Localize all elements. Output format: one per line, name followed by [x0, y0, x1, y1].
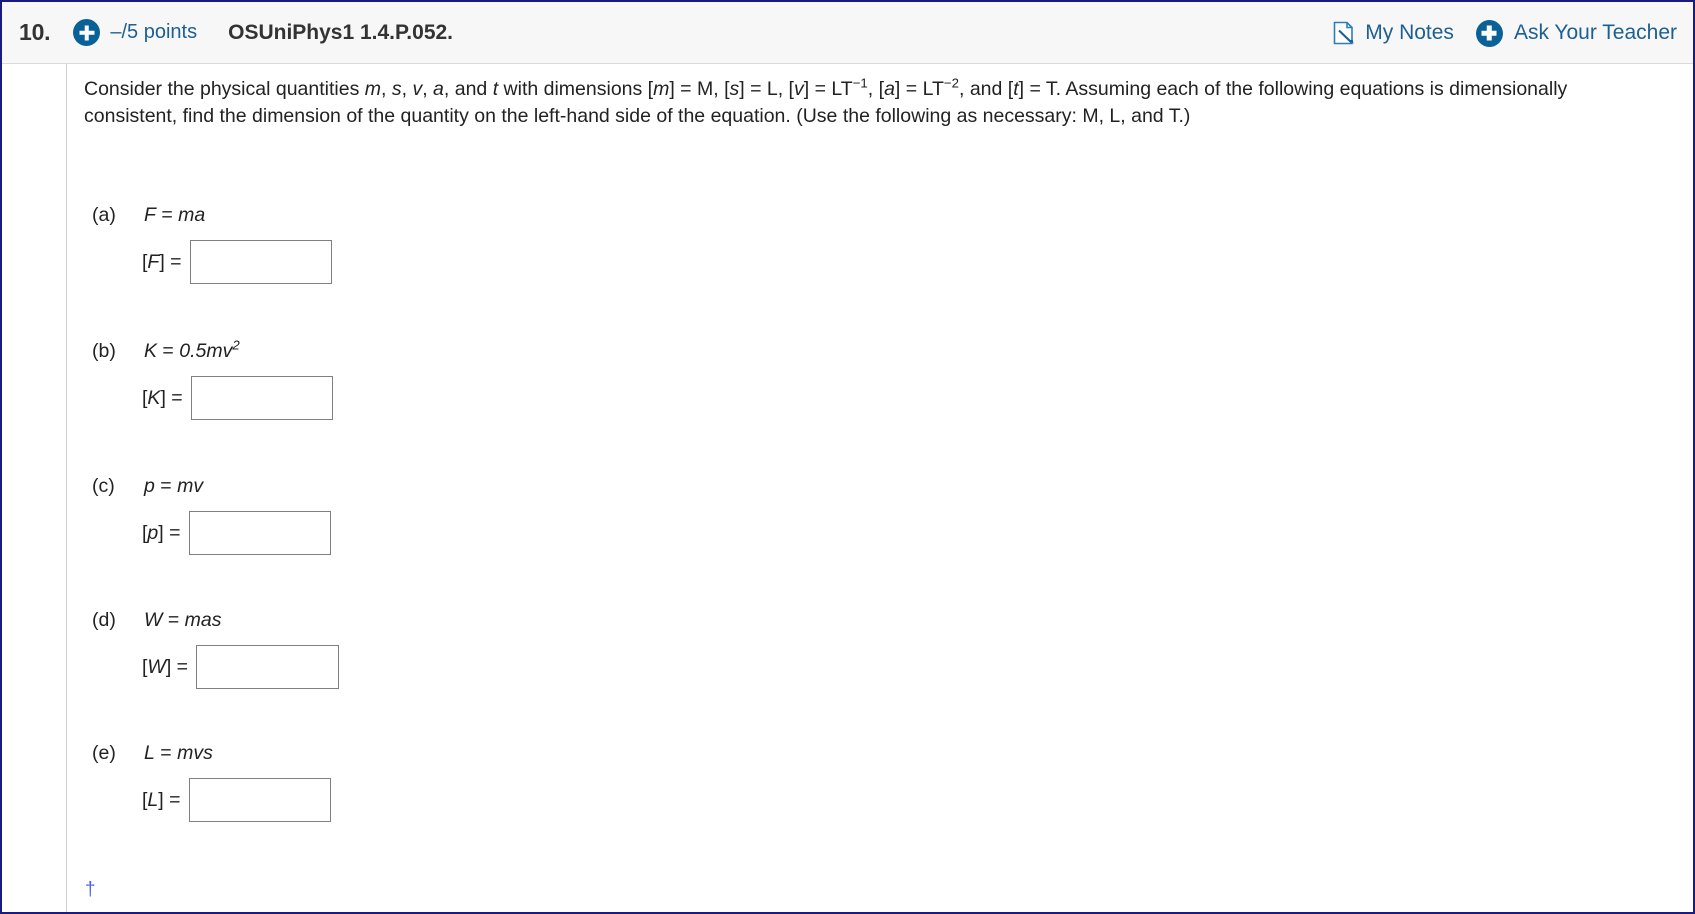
points-label: –/5 points [110, 21, 198, 43]
question-content: Consider the physical quantities m, s, v… [84, 64, 1693, 912]
ask-your-teacher-button[interactable]: Ask Your Teacher [1475, 19, 1677, 47]
eq-operator: = [154, 742, 178, 764]
eq-rhs: ma [178, 204, 206, 226]
question-stem: Consider the physical quantities m, s, v… [84, 64, 1596, 129]
stem-dim-a-open: , [ [867, 78, 885, 100]
answer-label: [F] = [142, 251, 182, 274]
answer-row: [F] = [142, 240, 332, 284]
stem-dim-v-val: ] = LT [803, 78, 853, 100]
eq-exponent: 2 [232, 337, 240, 353]
answer-row: [p] = [142, 511, 331, 555]
answer-bracket-close: ] = [165, 655, 189, 678]
answer-input-a[interactable] [189, 240, 332, 284]
stem-dim-s-var: s [729, 78, 740, 100]
answer-variable: W [147, 655, 166, 678]
stem-dim-a-var: a [884, 78, 895, 100]
part-label: (a) [92, 204, 116, 226]
question-header: 10. –/5 points OSUniPhys1 1.4.P.052. My … [2, 2, 1693, 64]
answer-row: [K] = [142, 376, 333, 420]
stem-var-m: m [364, 78, 381, 100]
header-actions: My Notes Ask Your Teacher [1333, 2, 1677, 64]
answer-label: [K] = [142, 387, 183, 410]
eq-rhs: mas [184, 609, 222, 631]
question-card: 10. –/5 points OSUniPhys1 1.4.P.052. My … [0, 0, 1695, 914]
part-equation: L = mvs [144, 742, 213, 765]
eq-rhs: 0.5mv [179, 340, 233, 362]
gutter-divider [66, 64, 67, 912]
stem-var-a: a [433, 78, 444, 100]
eq-lhs: W [144, 609, 163, 631]
eq-operator: = [154, 475, 178, 497]
eq-rhs: mvs [177, 742, 213, 764]
plus-circle-icon [1475, 19, 1503, 47]
answer-input-c[interactable] [188, 511, 331, 555]
answer-row: [W] = [142, 645, 340, 689]
stem-dim-a-val: ] = LT [894, 78, 944, 100]
ask-your-teacher-label: Ask Your Teacher [1513, 21, 1677, 44]
stem-dim-v-var: v [793, 78, 804, 100]
part-label: (d) [92, 609, 116, 631]
stem-dim-v-exp: −1 [852, 75, 868, 91]
stem-sep-4: , and [443, 78, 493, 100]
eq-rhs: mv [177, 475, 204, 497]
stem-var-s: s [391, 78, 402, 100]
answer-variable: L [147, 788, 159, 811]
part-label: (e) [92, 742, 116, 764]
stem-sep-2: , [401, 78, 413, 100]
answer-bracket-close: ] = [158, 521, 181, 544]
answer-variable: p [147, 521, 159, 544]
my-notes-button[interactable]: My Notes [1333, 21, 1454, 45]
stem-sep-3: , [422, 78, 434, 100]
eq-lhs: F [144, 204, 156, 226]
answer-input-b[interactable] [190, 376, 333, 420]
stem-dim-s-val: ] = L, [ [739, 78, 794, 100]
eq-operator: = [162, 609, 185, 631]
eq-operator: = [155, 204, 179, 226]
note-pencil-icon [1333, 21, 1354, 45]
eq-lhs: p [144, 475, 155, 497]
eq-lhs: K [144, 340, 158, 362]
answer-label: [W] = [142, 656, 188, 679]
answer-label: [p] = [142, 522, 181, 545]
stem-dim-m-val: ] = M, [ [669, 78, 730, 100]
stem-mid-1: with dimensions [ [498, 78, 654, 100]
answer-bracket-close: ] = [160, 386, 183, 409]
part-equation: W = mas [144, 609, 221, 632]
answer-variable: K [147, 386, 161, 409]
dagger-footnote-marker[interactable]: † [85, 879, 96, 901]
answer-input-d[interactable] [196, 645, 340, 689]
answer-bracket-close: ] = [159, 250, 182, 273]
question-number: 10. [19, 19, 51, 45]
part-label: (c) [92, 475, 115, 497]
answer-label: [L] = [142, 789, 181, 812]
question-code: OSUniPhys1 1.4.P.052. [228, 20, 454, 44]
part-equation: p = mv [144, 475, 203, 498]
eq-operator: = [157, 340, 180, 362]
part-equation: F = ma [144, 204, 205, 227]
answer-variable: F [147, 250, 160, 273]
part-equation: K = 0.5mv2 [144, 337, 240, 363]
question-body: Consider the physical quantities m, s, v… [2, 64, 1693, 912]
stem-text-1: Consider the physical quantities [84, 78, 365, 100]
stem-var-v: v [412, 78, 423, 100]
plus-circle-icon[interactable] [73, 19, 101, 46]
stem-sep-1: , [381, 78, 392, 100]
answer-row: [L] = [142, 778, 331, 822]
stem-dim-m-var: m [653, 78, 670, 100]
my-notes-label: My Notes [1365, 21, 1454, 44]
answer-bracket-close: ] = [158, 788, 181, 811]
eq-lhs: L [144, 742, 155, 764]
answer-input-e[interactable] [188, 778, 331, 822]
stem-dim-t-open: , and [ [958, 78, 1014, 100]
part-label: (b) [92, 340, 116, 362]
stem-dim-a-exp: −2 [943, 75, 959, 91]
